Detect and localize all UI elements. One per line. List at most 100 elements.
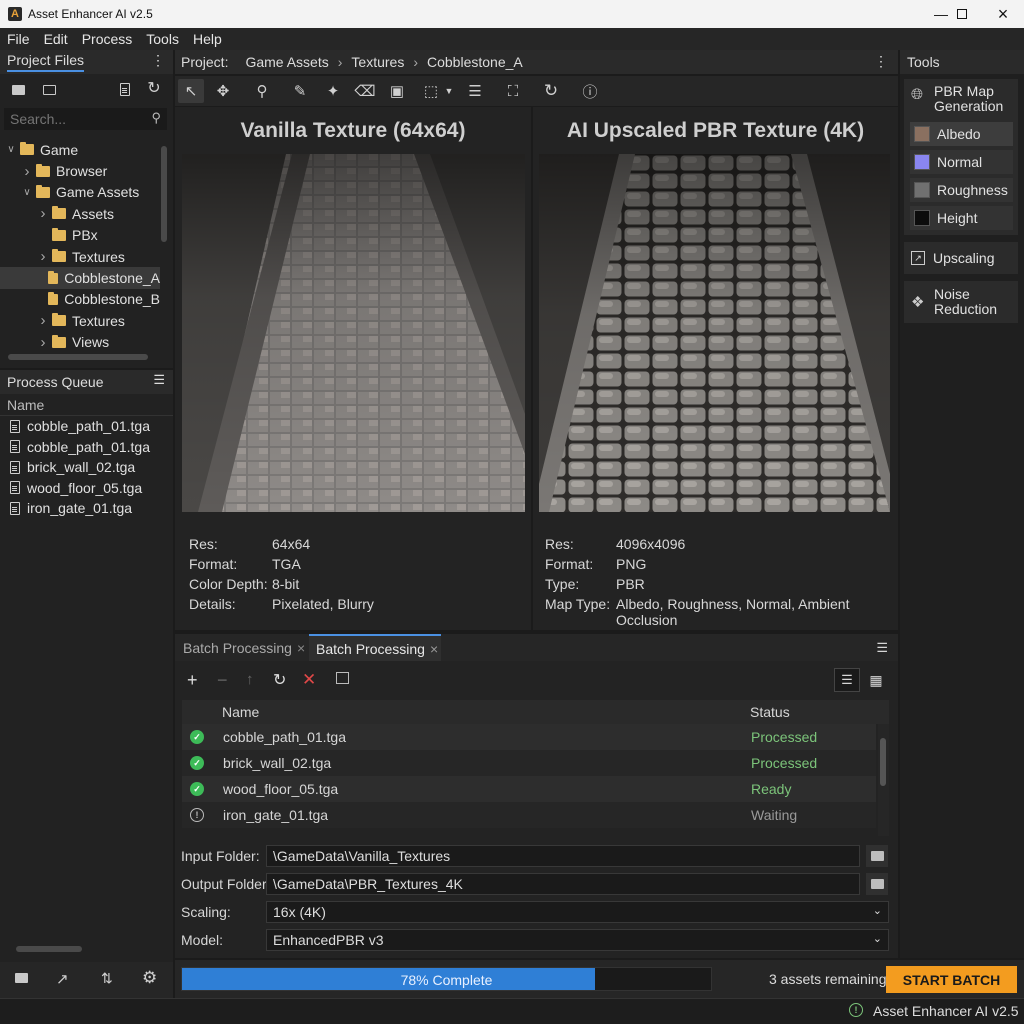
brush-icon[interactable]: ✎ bbox=[287, 80, 313, 102]
zoom-icon[interactable]: ⚲ bbox=[249, 80, 275, 102]
left-footer-toolbar: ↗ ⇅ ⚙ bbox=[0, 962, 173, 998]
tree-item[interactable]: › Textures bbox=[0, 310, 160, 331]
refresh-icon[interactable]: ↻ bbox=[145, 79, 163, 97]
model-select[interactable]: EnhancedPBR v3 ⌄ bbox=[266, 929, 889, 951]
tree-item[interactable]: ∨ Game Assets bbox=[0, 182, 160, 203]
batch-row[interactable]: ✓ brick_wall_02.tga Processed bbox=[182, 750, 876, 776]
breadcrumb-item-game-assets[interactable]: Game Assets bbox=[245, 54, 328, 70]
batch-row[interactable]: ✓ wood_floor_05.tga Ready bbox=[182, 776, 876, 802]
start-batch-button[interactable]: START BATCH bbox=[886, 966, 1017, 993]
batch-table-header: Name Status bbox=[182, 700, 889, 724]
tree-item[interactable]: › Browser bbox=[0, 160, 160, 181]
close-tab-icon[interactable]: × bbox=[430, 641, 438, 657]
scaling-label: Scaling: bbox=[181, 904, 231, 920]
tree-item[interactable]: Cobblestone_B bbox=[0, 289, 160, 310]
batch-row[interactable]: ! iron_gate_01.tga Waiting bbox=[182, 802, 876, 828]
script-icon[interactable]: ⇅ bbox=[101, 970, 113, 987]
upscaling-button[interactable]: ↗ Upscaling bbox=[904, 242, 1018, 274]
menu-help[interactable]: Help bbox=[186, 31, 229, 47]
new-folder-icon[interactable] bbox=[40, 82, 58, 98]
move-icon[interactable]: ✥ bbox=[210, 80, 236, 102]
calendar-icon[interactable] bbox=[336, 672, 349, 684]
browse-input-folder-icon[interactable] bbox=[866, 845, 888, 867]
breadcrumb-menu-icon[interactable]: ⋮ bbox=[874, 53, 888, 70]
magic-wand-icon[interactable]: ✦ bbox=[320, 80, 346, 102]
output-folder-field[interactable]: \GameData\PBR_Textures_4K bbox=[266, 873, 860, 895]
search-icon[interactable]: ⚲ bbox=[151, 110, 161, 126]
menu-process[interactable]: Process bbox=[75, 31, 140, 47]
close-tab-icon[interactable]: × bbox=[297, 640, 305, 656]
menu-tools[interactable]: Tools bbox=[139, 31, 186, 47]
breadcrumb-item-textures[interactable]: Textures bbox=[351, 54, 404, 70]
queue-h-scrollbar[interactable] bbox=[16, 946, 82, 952]
tree-item[interactable]: ∨ Game bbox=[0, 139, 160, 160]
map-albedo-button[interactable]: Albedo bbox=[910, 122, 1013, 146]
tab-batch-processing-2[interactable]: Batch Processing × bbox=[309, 634, 441, 661]
breadcrumb-item-cobblestone[interactable]: Cobblestone_A bbox=[427, 54, 523, 70]
eraser-icon[interactable]: ⌫ bbox=[352, 80, 378, 102]
queue-item[interactable]: iron_gate_01.tga bbox=[0, 498, 173, 519]
add-icon[interactable]: + bbox=[187, 670, 198, 691]
info-value: 8-bit bbox=[272, 576, 300, 592]
move-up-icon[interactable]: ↑ bbox=[246, 671, 254, 688]
layers-icon[interactable]: ☰ bbox=[462, 80, 488, 102]
chevron-right-icon[interactable]: › bbox=[36, 205, 50, 222]
tree-item[interactable]: › Assets bbox=[0, 203, 160, 224]
list-view-icon[interactable]: ☰ bbox=[834, 668, 860, 692]
queue-item[interactable]: brick_wall_02.tga bbox=[0, 457, 173, 478]
open-folder-icon[interactable] bbox=[9, 82, 27, 98]
panel-menu-icon[interactable]: ☰ bbox=[153, 372, 165, 388]
tree-item[interactable]: Cobblestone_A bbox=[0, 267, 160, 289]
map-roughness-button[interactable]: Roughness bbox=[910, 178, 1013, 202]
new-file-icon[interactable] bbox=[116, 80, 134, 98]
queue-item[interactable]: cobble_path_01.tga bbox=[0, 416, 173, 437]
menu-file[interactable]: File bbox=[0, 31, 37, 47]
queue-item[interactable]: cobble_path_01.tga bbox=[0, 437, 173, 458]
folder-icon[interactable] bbox=[15, 973, 28, 983]
remove-icon[interactable]: − bbox=[217, 670, 228, 691]
tree-item[interactable]: › Textures bbox=[0, 246, 160, 267]
help-icon[interactable]: ⓘ bbox=[577, 80, 603, 102]
noise-reduction-button[interactable]: ❖ Noise Reduction bbox=[904, 281, 1018, 323]
chevron-down-icon[interactable]: ∨ bbox=[20, 187, 34, 198]
image-icon[interactable]: ▣ bbox=[384, 80, 410, 102]
map-height-button[interactable]: Height bbox=[910, 206, 1013, 230]
chevron-right-icon[interactable]: › bbox=[36, 248, 50, 265]
maximize-button[interactable] bbox=[939, 0, 985, 28]
refresh-icon[interactable]: ↻ bbox=[273, 670, 286, 690]
batch-menu-icon[interactable]: ☰ bbox=[876, 640, 888, 656]
search-input[interactable] bbox=[4, 111, 139, 127]
chevron-down-icon[interactable]: ▼ bbox=[436, 80, 462, 102]
panel-menu-icon[interactable]: ⋮ bbox=[151, 52, 165, 69]
tab-batch-processing-1[interactable]: Batch Processing × bbox=[175, 634, 307, 661]
chevron-down-icon[interactable]: ∨ bbox=[4, 144, 18, 155]
close-button[interactable]: × bbox=[980, 0, 1024, 28]
upscale-icon: ↗ bbox=[911, 251, 925, 265]
select-arrow-icon[interactable]: ↖ bbox=[178, 80, 204, 102]
batch-scrollbar[interactable] bbox=[878, 724, 889, 836]
grid-view-icon[interactable]: ▦ bbox=[866, 670, 886, 690]
menu-edit[interactable]: Edit bbox=[37, 31, 75, 47]
reload-icon[interactable]: ↻ bbox=[538, 80, 564, 102]
tree-scrollbar[interactable] bbox=[161, 146, 167, 242]
chevron-right-icon[interactable]: › bbox=[36, 312, 50, 329]
tree-item[interactable]: › Views bbox=[0, 332, 160, 353]
map-normal-button[interactable]: Normal bbox=[910, 150, 1013, 174]
tree-h-scrollbar[interactable] bbox=[8, 354, 148, 360]
clear-icon[interactable]: ✕ bbox=[302, 670, 316, 690]
browse-output-folder-icon[interactable] bbox=[866, 873, 888, 895]
breadcrumb: Project: Game Assets › Textures › Cobble… bbox=[175, 50, 898, 74]
queue-item[interactable]: wood_floor_05.tga bbox=[0, 478, 173, 499]
tree-item[interactable]: PBx bbox=[0, 225, 160, 246]
chevron-right-icon[interactable]: › bbox=[20, 163, 34, 180]
pbr-map-generation-label[interactable]: PBR Map Generation bbox=[934, 84, 1014, 114]
scaling-select[interactable]: 16x (4K) ⌄ bbox=[266, 901, 889, 923]
chevron-right-icon[interactable]: › bbox=[36, 334, 50, 351]
batch-row[interactable]: ✓ cobble_path_01.tga Processed bbox=[182, 724, 876, 750]
fit-view-icon[interactable]: ⛶ bbox=[500, 80, 526, 102]
settings-gear-icon[interactable]: ⚙ bbox=[142, 968, 157, 988]
export-icon[interactable]: ↗ bbox=[56, 970, 69, 988]
batch-row-status: Ready bbox=[751, 781, 792, 797]
input-folder-field[interactable]: \GameData\Vanilla_Textures bbox=[266, 845, 860, 867]
height-swatch-icon bbox=[914, 210, 930, 226]
